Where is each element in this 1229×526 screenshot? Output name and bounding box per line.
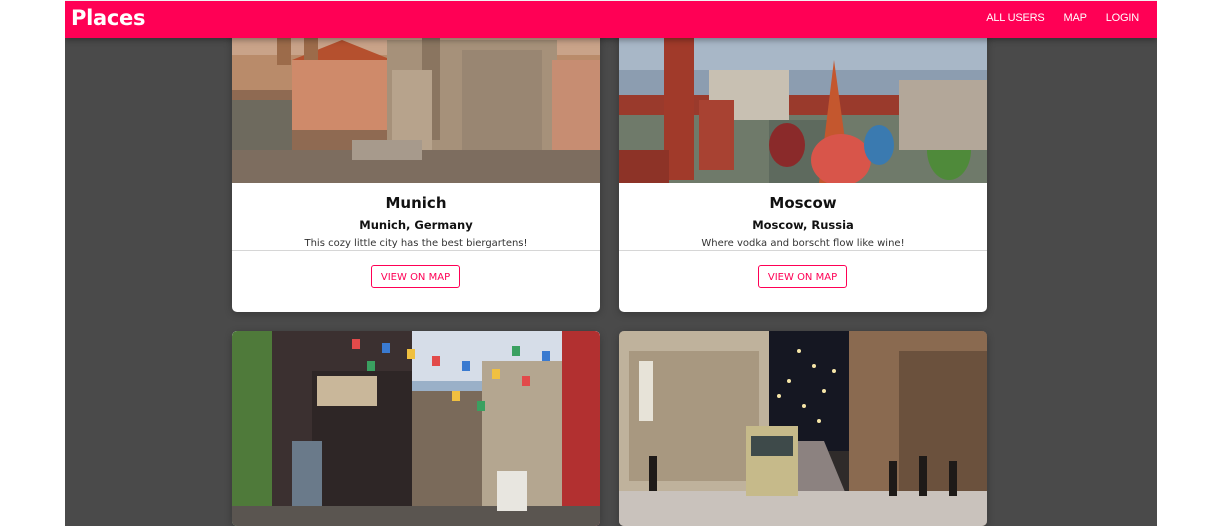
main-header: Places ALL USERS MAP LOGIN (65, 0, 1157, 38)
app-frame: Places ALL USERS MAP LOGIN Munich Munich… (65, 0, 1157, 526)
place-description: Where vodka and borscht flow like wine! (701, 238, 905, 249)
place-card-4 (619, 331, 987, 526)
card-body: Moscow Moscow, Russia Where vodka and bo… (619, 183, 987, 250)
view-on-map-button[interactable]: VIEW ON MAP (758, 265, 847, 288)
card-actions: VIEW ON MAP (619, 250, 987, 312)
place-address: Munich, Germany (359, 218, 473, 232)
place-image-3 (232, 331, 600, 526)
nav-all-users[interactable]: ALL USERS (986, 12, 1045, 24)
card-body: Munich Munich, Germany This cozy little … (232, 183, 600, 250)
nav-login[interactable]: LOGIN (1106, 12, 1139, 24)
place-card-moscow: Moscow Moscow, Russia Where vodka and bo… (619, 0, 987, 312)
card-actions: VIEW ON MAP (232, 250, 600, 312)
place-description: This cozy little city has the best bierg… (304, 238, 528, 249)
place-card-3 (232, 331, 600, 526)
nav-map[interactable]: MAP (1064, 12, 1087, 24)
place-image-4 (619, 331, 987, 526)
main-nav: ALL USERS MAP LOGIN (967, 12, 1139, 24)
logo-link[interactable]: Places (71, 6, 145, 30)
place-title: Moscow (769, 194, 837, 212)
view-on-map-button[interactable]: VIEW ON MAP (371, 265, 460, 288)
place-title: Munich (385, 194, 447, 212)
place-address: Moscow, Russia (752, 218, 854, 232)
place-card-munich: Munich Munich, Germany This cozy little … (232, 0, 600, 312)
